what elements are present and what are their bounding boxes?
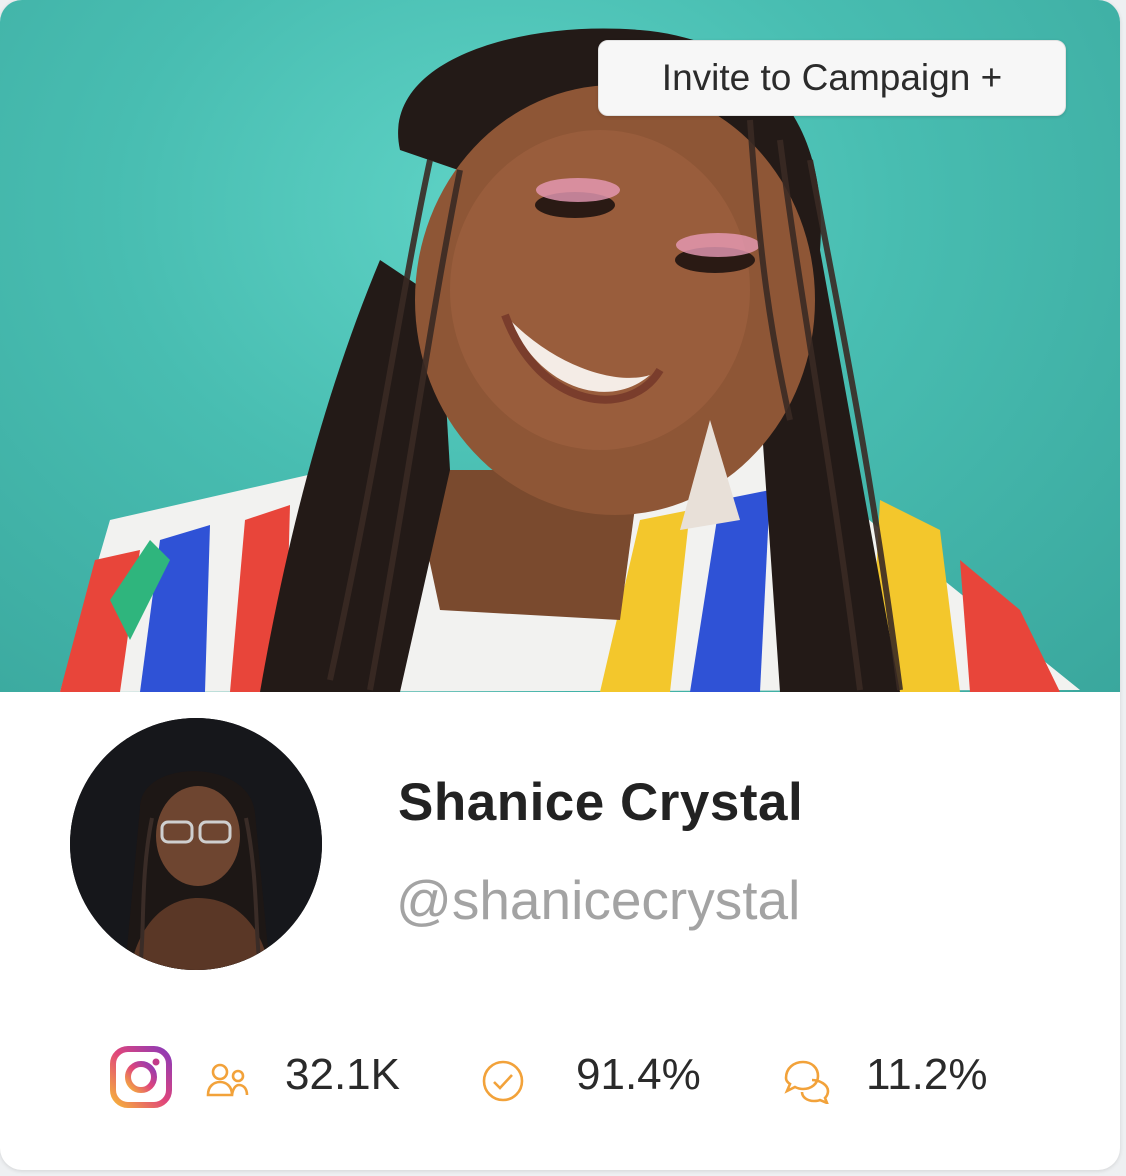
- authenticity-rate: 91.4%: [576, 1050, 701, 1099]
- influencer-card[interactable]: Invite to Campaign + Shanice Crystal @sh…: [0, 0, 1120, 1170]
- followers-icon: [206, 1062, 250, 1103]
- followers-count: 32.1K: [285, 1050, 400, 1099]
- instagram-icon[interactable]: [108, 1044, 174, 1115]
- invite-to-campaign-button[interactable]: Invite to Campaign +: [598, 40, 1066, 116]
- cover-photo: Invite to Campaign +: [0, 0, 1120, 692]
- profile-name: Shanice Crystal: [398, 773, 804, 832]
- check-circle-icon: [480, 1058, 526, 1109]
- chat-bubbles-icon: [782, 1058, 832, 1109]
- engagement-rate: 11.2%: [866, 1050, 988, 1099]
- avatar[interactable]: [70, 718, 322, 970]
- stats-row: 32.1K 91.4% 11.2%: [0, 1040, 1120, 1120]
- profile-handle[interactable]: @shanicecrystal: [396, 868, 800, 932]
